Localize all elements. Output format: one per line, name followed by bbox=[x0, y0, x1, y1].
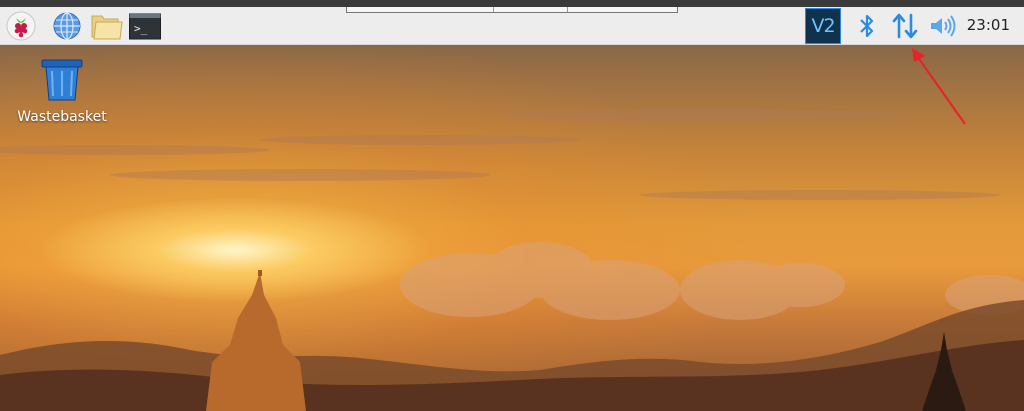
taskbar: >_ V2 23:01 bbox=[0, 7, 1024, 45]
network-arrows-icon bbox=[892, 13, 918, 38]
vnc-label: V2 bbox=[811, 14, 835, 37]
terminal-button[interactable]: >_ bbox=[129, 11, 161, 41]
desktop-icon-wastebasket[interactable]: Wastebasket bbox=[14, 58, 110, 125]
terminal-glyph: >_ bbox=[134, 22, 148, 35]
volume-button[interactable] bbox=[927, 7, 959, 44]
top-strip bbox=[0, 0, 1024, 7]
window-list[interactable] bbox=[346, 7, 678, 13]
web-browser-button[interactable] bbox=[52, 11, 82, 41]
raspberry-pi-icon bbox=[6, 11, 36, 41]
raspberry-menu-button[interactable] bbox=[6, 11, 36, 41]
desktop-wallpaper bbox=[0, 0, 1024, 411]
network-button[interactable] bbox=[889, 7, 921, 44]
folder-icon bbox=[91, 15, 123, 40]
sunset-scene bbox=[0, 48, 1024, 411]
clock[interactable]: 23:01 bbox=[967, 7, 1010, 44]
volume-icon bbox=[931, 14, 956, 37]
terminal-icon: >_ bbox=[129, 13, 161, 40]
globe-icon bbox=[53, 12, 81, 40]
file-manager-button[interactable] bbox=[90, 11, 124, 41]
wastebasket-icon bbox=[41, 59, 83, 101]
bluetooth-button[interactable] bbox=[854, 7, 880, 44]
vnc-icon: V2 bbox=[805, 7, 841, 44]
desktop-icon-label: Wastebasket bbox=[17, 109, 107, 125]
bluetooth-icon bbox=[860, 14, 874, 37]
vnc-server-button[interactable]: V2 bbox=[805, 7, 841, 44]
